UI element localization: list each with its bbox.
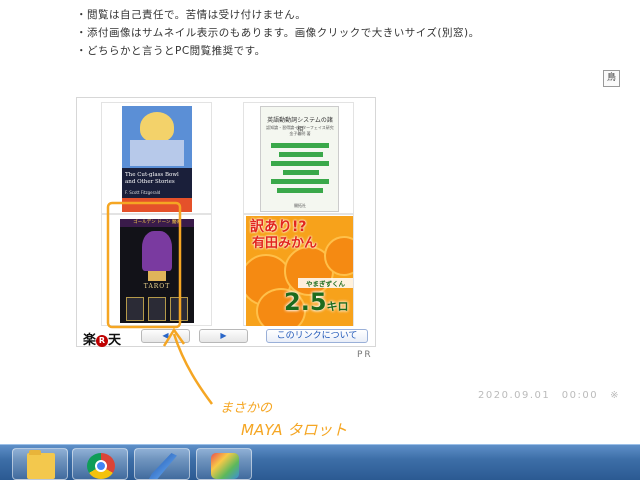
cover-figure-body [130,140,184,166]
timestamp-text: 2020.09.01 00:00 [478,390,599,401]
tarot-card [170,297,188,321]
book-publisher: 開拓社 [294,203,306,208]
tarot-cover-image[interactable]: ゴールデン ドーン 魔術 TAROT [120,219,194,323]
logo-char: 楽 [83,333,97,348]
rakuten-logo[interactable]: 楽R天 [83,329,121,348]
product-cell[interactable]: ゴールデン ドーン 魔術 TAROT [101,214,212,326]
annotation-line2: MAYA タロット [241,421,348,439]
mikan-name: 有田みかん [252,236,318,251]
tarot-figure [142,231,172,271]
taskbar-chrome-button[interactable] [72,448,128,480]
corner-icon[interactable]: 鳥 [603,70,620,87]
mikan-image[interactable]: 訳あり!? 有田みかん やまぎずくん 2.5キロ [246,216,353,326]
cover-stripe [271,161,329,166]
book-cover-image[interactable]: The Cut-glass Bowl and Other Stories F. … [122,106,192,212]
pr-label: PR [357,350,373,360]
cover-stripe [277,188,323,193]
annotation-line1: まさかの [220,401,273,416]
product-cell[interactable]: The Cut-glass Bowl and Other Stories F. … [101,102,212,214]
book-cover-image[interactable]: 英語動動詞システムの諸相 認知論・習得論インターフェイス研究 金子義明 著 開拓… [260,106,339,212]
book-title: The Cut-glass Bowl and Other Stories [125,172,179,185]
cover-figure [140,112,174,142]
note-line: ・添付画像はサムネイル表示のもあります。画像クリックで大きいサイズ(別窓)。 [76,27,480,39]
logo-char: 天 [108,333,122,348]
product-cell[interactable]: 英語動動詞システムの諸相 認知論・習得論インターフェイス研究 金子義明 著 開拓… [243,102,354,214]
book-author: F. Scott Fitzgerald [125,190,161,195]
cover-stripe [279,152,323,157]
rakuten-r-icon: R [96,335,109,347]
mikan-weight-value: 2.5 [284,288,327,316]
notes: ・閲覧は自己責任で。苦情は受け付けません。 ・添付画像はサムネイル表示のもありま… [76,6,480,60]
prev-button[interactable]: ◀ [141,329,190,343]
cover-stripe [271,179,329,184]
folder-icon [27,450,55,479]
next-button[interactable]: ▶ [199,329,248,343]
note-line: ・閲覧は自己責任で。苦情は受け付けません。 [76,9,307,21]
taskbar [0,444,640,480]
cover-band [122,198,192,212]
taskbar-paint-button[interactable] [196,448,252,480]
rakuten-widget: The Cut-glass Bowl and Other Stories F. … [76,97,376,348]
note-line: ・どちらかと言うとPC閲覧推奨です。 [76,45,266,57]
paint-icon [211,453,239,479]
cover-stripe [271,143,329,148]
product-cell[interactable]: 訳あり!? 有田みかん やまぎずくん 2.5キロ [243,214,354,326]
tarot-card [148,297,166,321]
tarot-header: ゴールデン ドーン 魔術 [120,219,194,227]
timestamp-mark: ※ [610,390,620,401]
mikan-headline: 訳あり!? [250,219,307,235]
feather-icon [149,453,177,479]
post-timestamp: 2020.09.01 00:00 ※ [478,386,620,401]
about-link-button[interactable]: このリンクについて [266,329,368,343]
tarot-card [126,297,144,321]
mikan-weight: 2.5キロ [284,288,353,321]
mikan-label: やまぎずくん [298,278,353,288]
book-author: 金子義明 著 [289,131,311,136]
taskbar-feather-button[interactable] [134,448,190,480]
mikan-weight-unit: キロ [326,300,349,313]
tarot-figure-base [148,271,166,281]
cover-stripe [283,170,319,175]
tarot-title: TAROT [143,283,171,290]
chrome-icon [87,453,115,479]
taskbar-explorer-button[interactable] [12,448,68,480]
